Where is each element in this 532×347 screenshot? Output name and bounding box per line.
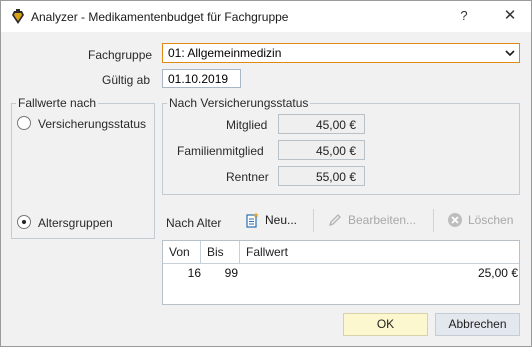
cancel-button[interactable]: Abbrechen <box>435 313 520 336</box>
dialog-window: Analyzer - Medikamentenbudget für Fachgr… <box>0 0 532 347</box>
altersgruppen-table[interactable]: Von Bis Fallwert 16 99 25,00 € <box>162 240 520 305</box>
rentner-value: 55,00 € <box>315 170 356 184</box>
close-button[interactable]: ✕ <box>499 6 521 26</box>
column-header-bis[interactable]: Bis <box>201 241 240 263</box>
fachgruppe-label: Fachgruppe <box>88 48 153 62</box>
cell-von: 16 <box>187 266 201 280</box>
fallwerte-caption: Fallwerte nach <box>16 96 99 110</box>
rentner-value-field: 55,00 € <box>278 166 365 186</box>
chevron-down-icon <box>505 50 515 57</box>
new-document-icon <box>246 212 259 228</box>
gueltig-value: 01.10.2019 <box>168 72 229 86</box>
fachgruppe-value: 01: Allgemeinmedizin <box>168 46 282 60</box>
radio-versicherungsstatus-label[interactable]: Versicherungsstatus <box>38 117 146 131</box>
radio-versicherungsstatus[interactable] <box>17 116 31 130</box>
edit-button-label: Bearbeiten... <box>348 213 417 227</box>
familienmitglied-value-field: 45,00 € <box>278 140 365 160</box>
table-header: Von Bis Fallwert <box>163 241 519 264</box>
app-logo-icon <box>12 9 24 24</box>
help-button[interactable]: ? <box>454 6 474 26</box>
new-button[interactable]: Neu... <box>244 209 308 231</box>
gueltig-date-input[interactable]: 01.10.2019 <box>162 69 241 88</box>
cell-fallwert: 25,00 € <box>477 266 518 280</box>
gueltig-label: Gültig ab <box>102 73 151 87</box>
familienmitglied-label: Familienmitglied <box>177 144 264 158</box>
versicherungsstatus-caption: Nach Versicherungsstatus <box>167 96 311 110</box>
mitglied-label: Mitglied <box>226 118 268 132</box>
rentner-label: Rentner <box>226 170 269 184</box>
fachgruppe-select[interactable]: 01: Allgemeinmedizin <box>162 43 520 63</box>
column-header-fallwert[interactable]: Fallwert <box>240 241 519 263</box>
mitglied-value: 45,00 € <box>315 118 356 132</box>
radio-altersgruppen-label[interactable]: Altersgruppen <box>38 216 113 230</box>
delete-circle-icon <box>448 213 462 227</box>
column-header-von[interactable]: Von <box>163 241 201 263</box>
nach-alter-label: Nach Alter <box>166 216 222 230</box>
title-bar: Analyzer - Medikamentenbudget für Fachgr… <box>1 1 531 32</box>
toolbar-separator <box>313 209 314 232</box>
window-title: Analyzer - Medikamentenbudget für Fachgr… <box>31 10 289 24</box>
radio-altersgruppen[interactable] <box>17 215 31 229</box>
mitglied-value-field: 45,00 € <box>278 114 365 134</box>
familienmitglied-value: 45,00 € <box>315 144 356 158</box>
edit-button[interactable]: Bearbeiten... <box>327 209 423 231</box>
new-button-label: Neu... <box>265 213 298 227</box>
delete-button[interactable]: Löschen <box>447 209 519 231</box>
cell-bis: 99 <box>224 266 238 280</box>
toolbar-separator <box>433 209 434 232</box>
ok-button[interactable]: OK <box>343 313 428 336</box>
pencil-icon <box>328 214 341 227</box>
delete-button-label: Löschen <box>468 213 514 227</box>
